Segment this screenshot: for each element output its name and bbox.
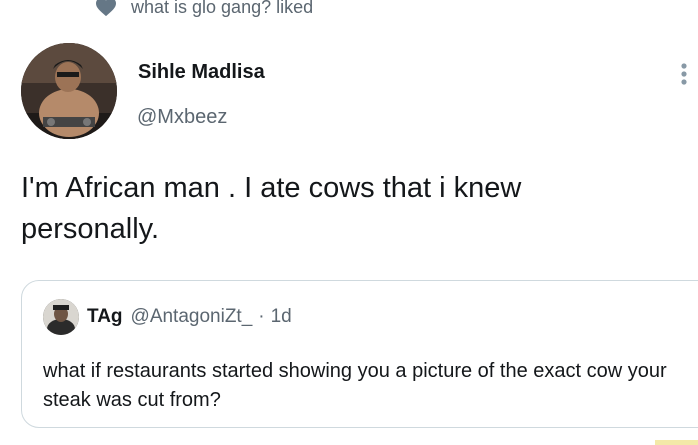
quoted-author-avatar[interactable] (43, 299, 79, 335)
quoted-tweet-text: what if restaurants started showing you … (43, 360, 667, 411)
quoted-author-handle[interactable]: @AntagoniZt_ (131, 306, 253, 328)
quoted-tweet-card[interactable]: TAg @AntagoniZt_ · 1d what if restaurant… (21, 280, 698, 428)
quoted-author-name[interactable]: TAg (87, 306, 123, 328)
author-handle[interactable]: @Mxbeez (137, 106, 227, 129)
header-separator: · (258, 306, 265, 327)
author-name[interactable]: Sihle Madlisa (138, 61, 265, 84)
tweet-text: I'm African man . I ate cows that i knew… (21, 172, 522, 245)
quoted-tweet-header: TAg @AntagoniZt_ · 1d (87, 306, 292, 328)
more-options-icon[interactable] (674, 60, 694, 90)
author-avatar[interactable] (21, 43, 117, 139)
liked-banner-text: what is glo gang? liked (131, 0, 314, 17)
corner-decoration (655, 440, 698, 445)
quoted-avatar-photo (43, 299, 79, 335)
quoted-timestamp[interactable]: 1d (271, 306, 292, 328)
heart-icon (96, 0, 116, 17)
avatar-photo (21, 43, 117, 139)
liked-banner[interactable]: what is glo gang? liked (95, 0, 313, 20)
